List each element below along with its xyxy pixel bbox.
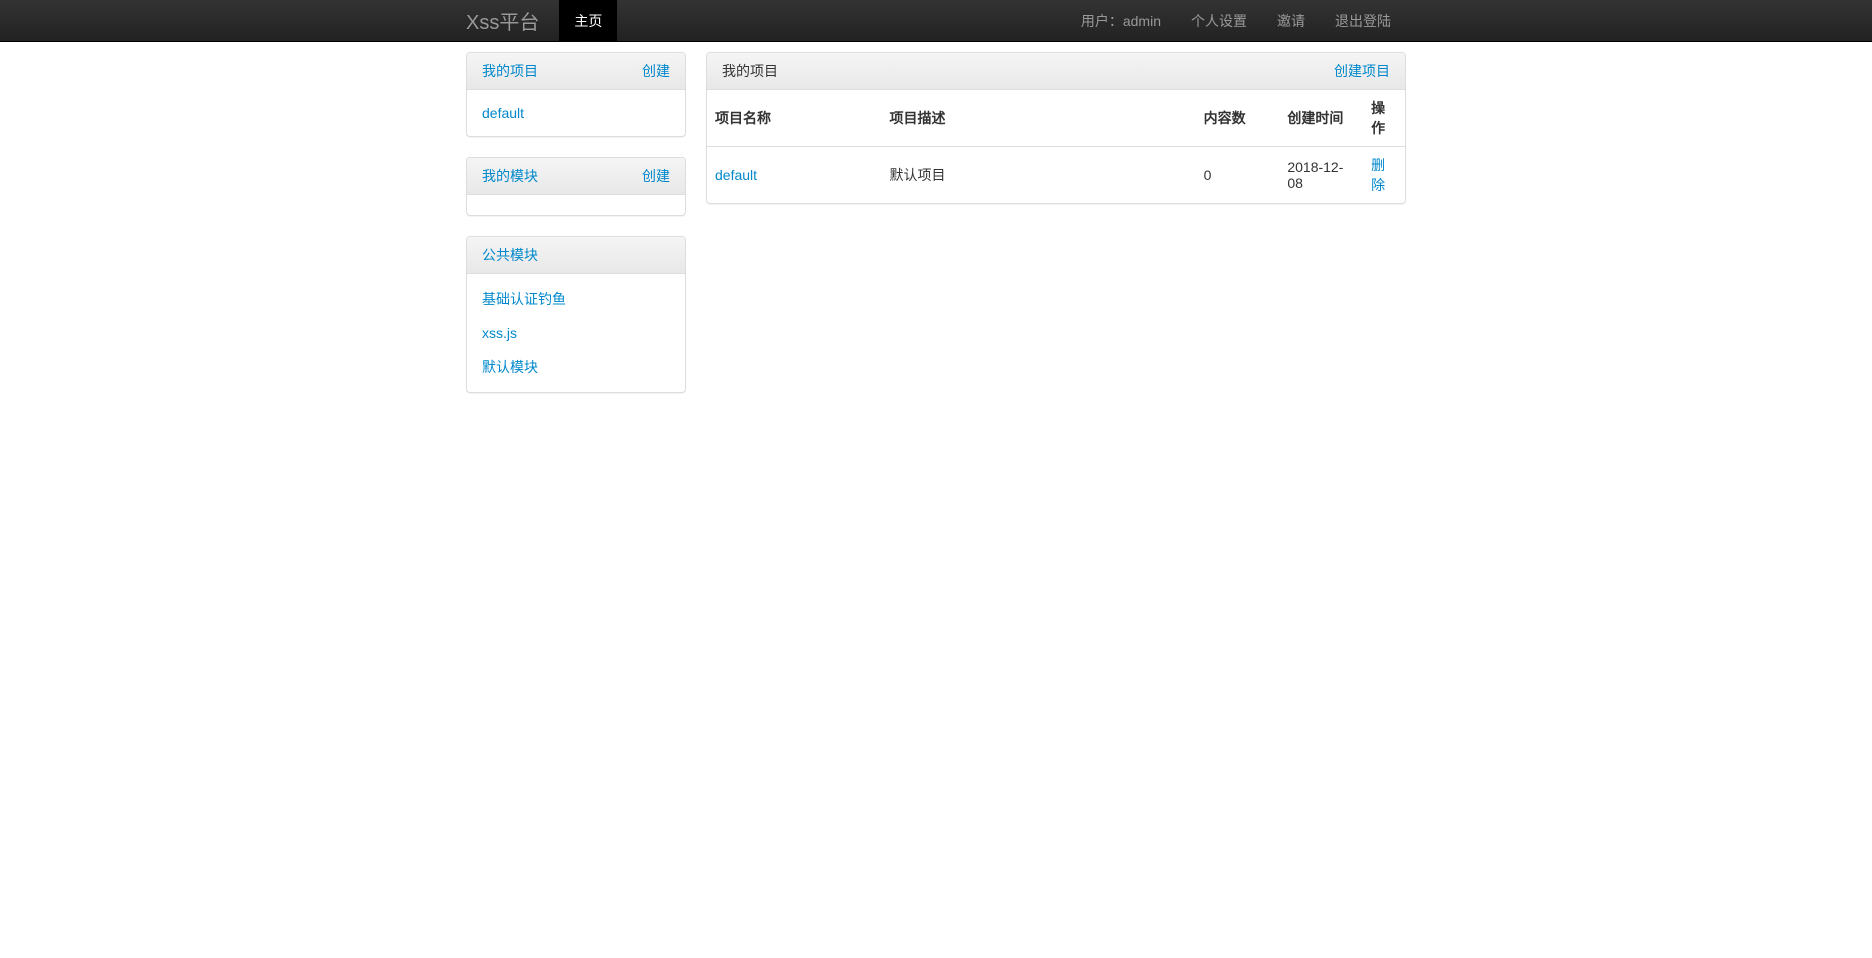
panel-body-my-projects: default — [467, 90, 685, 136]
table-header-row: 项目名称 项目描述 内容数 创建时间 操作 — [707, 90, 1405, 147]
nav-left: 主页 — [559, 0, 617, 41]
project-item-default[interactable]: default — [482, 105, 670, 121]
main: 我的项目 创建项目 项目名称 项目描述 内容数 创建时间 操作 default — [706, 52, 1406, 413]
th-desc: 项目描述 — [882, 90, 1196, 147]
public-module-basic-auth[interactable]: 基础认证钓鱼 — [482, 289, 670, 317]
th-name: 项目名称 — [707, 90, 882, 147]
td-count: 0 — [1196, 147, 1280, 204]
panel-my-projects: 我的项目 创建 default — [466, 52, 686, 137]
public-module-default[interactable]: 默认模块 — [482, 349, 670, 377]
panel-public-modules: 公共模块 基础认证钓鱼 xss.js 默认模块 — [466, 236, 686, 393]
panel-title-public-modules: 公共模块 — [482, 245, 538, 265]
navbar-inner: Xss平台 主页 用户：admin 个人设置 邀请 退出登陆 — [466, 0, 1406, 41]
nav-invite[interactable]: 邀请 — [1262, 0, 1320, 41]
panel-my-modules: 我的模块 创建 — [466, 157, 686, 216]
nav-user-label: 用户：admin — [1066, 0, 1176, 41]
panel-heading-my-projects: 我的项目 创建 — [467, 53, 685, 90]
panel-heading-public-modules: 公共模块 — [467, 237, 685, 274]
table-row: default 默认项目 0 2018-12-08 删除 — [707, 147, 1405, 204]
create-module-link[interactable]: 创建 — [642, 166, 670, 186]
td-name: default — [707, 147, 882, 204]
panel-heading-my-modules: 我的模块 创建 — [467, 158, 685, 195]
create-project-link[interactable]: 创建 — [642, 61, 670, 81]
create-project-main-link[interactable]: 创建项目 — [1334, 61, 1390, 81]
panel-body-my-modules — [467, 195, 685, 215]
container: 我的项目 创建 default 我的模块 创建 公共模块 基础认证钓鱼 xss.… — [466, 42, 1406, 413]
public-module-xssjs[interactable]: xss.js — [482, 317, 670, 349]
nav-logout[interactable]: 退出登陆 — [1320, 0, 1406, 41]
nav-profile[interactable]: 个人设置 — [1176, 0, 1262, 41]
project-name-link[interactable]: default — [715, 167, 757, 183]
brand-link[interactable]: Xss平台 — [466, 6, 559, 35]
sidebar: 我的项目 创建 default 我的模块 创建 公共模块 基础认证钓鱼 xss.… — [466, 52, 686, 413]
panel-title-main: 我的项目 — [722, 61, 778, 81]
navbar: Xss平台 主页 用户：admin 个人设置 邀请 退出登陆 — [0, 0, 1872, 42]
th-action: 操作 — [1363, 90, 1405, 147]
panel-heading-main: 我的项目 创建项目 — [707, 53, 1405, 90]
panel-title-my-modules: 我的模块 — [482, 166, 538, 186]
panel-title-my-projects: 我的项目 — [482, 61, 538, 81]
td-date: 2018-12-08 — [1279, 147, 1363, 204]
delete-link[interactable]: 删除 — [1371, 157, 1385, 193]
td-action: 删除 — [1363, 147, 1405, 204]
nav-home[interactable]: 主页 — [559, 0, 617, 41]
panel-main-projects: 我的项目 创建项目 项目名称 项目描述 内容数 创建时间 操作 default — [706, 52, 1406, 204]
th-count: 内容数 — [1196, 90, 1280, 147]
td-desc: 默认项目 — [882, 147, 1196, 204]
projects-table: 项目名称 项目描述 内容数 创建时间 操作 default 默认项目 0 201… — [707, 90, 1405, 203]
th-date: 创建时间 — [1279, 90, 1363, 147]
nav-right: 用户：admin 个人设置 邀请 退出登陆 — [1066, 0, 1406, 41]
panel-body-public-modules: 基础认证钓鱼 xss.js 默认模块 — [467, 274, 685, 392]
